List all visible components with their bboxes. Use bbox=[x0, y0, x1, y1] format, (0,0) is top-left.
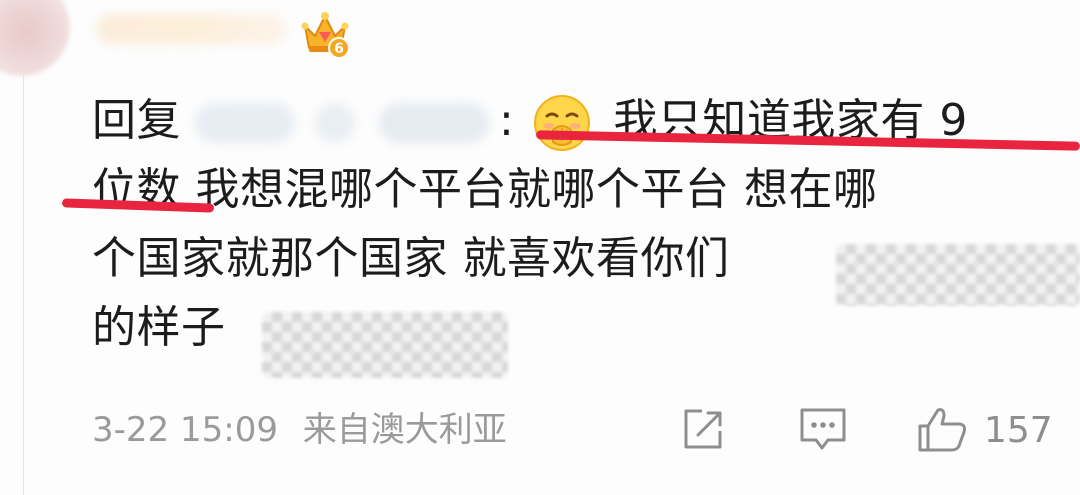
comment-line-4: 的样子 bbox=[92, 293, 226, 362]
share-button[interactable] bbox=[678, 404, 728, 456]
thread-divider bbox=[23, 70, 24, 495]
comment-text-line-2: 我想混哪个平台就哪个平台 想在哪 bbox=[181, 164, 878, 215]
reply-prefix: 回复 bbox=[92, 95, 181, 146]
share-icon bbox=[684, 409, 722, 449]
avatar[interactable] bbox=[0, 0, 70, 76]
crown-badge-icon: 6 bbox=[301, 12, 350, 59]
cover-mouth-emoji-icon bbox=[533, 95, 590, 151]
badge-level: 6 bbox=[334, 41, 344, 57]
mention-redacted-3[interactable] bbox=[379, 103, 489, 143]
thumbs-up-icon bbox=[918, 408, 966, 452]
comment-line-2: 位数 我想混哪个平台就哪个平台 想在哪 bbox=[92, 155, 877, 224]
comment-button[interactable] bbox=[796, 404, 850, 456]
comment-text-line-3: 个国家就那个国家 就喜欢看你们 bbox=[92, 233, 730, 284]
timestamp: 3-22 15:09 bbox=[92, 410, 278, 450]
reply-colon: : bbox=[499, 95, 515, 146]
location-source: 来自澳大利亚 bbox=[302, 410, 507, 450]
like-count: 157 bbox=[984, 409, 1053, 451]
mosaic-redaction-1 bbox=[836, 244, 1080, 306]
username-redacted[interactable] bbox=[96, 14, 286, 44]
mention-redacted-2[interactable] bbox=[315, 103, 355, 143]
comment-meta: 3-22 15:09 来自澳大利亚 bbox=[92, 406, 507, 454]
comment-card: 6 回复: 我只知道我家有 9 位数 我想混哪个平台就哪个平台 想在哪 个国家就… bbox=[0, 0, 1080, 495]
comment-icon bbox=[800, 408, 846, 450]
comment-text-line-4: 的样子 bbox=[92, 302, 226, 353]
mention-redacted-1[interactable] bbox=[195, 103, 295, 143]
like-button[interactable]: 157 bbox=[914, 404, 1053, 456]
comment-line-3: 个国家就那个国家 就喜欢看你们 bbox=[92, 224, 730, 293]
mosaic-redaction-2 bbox=[262, 312, 508, 378]
